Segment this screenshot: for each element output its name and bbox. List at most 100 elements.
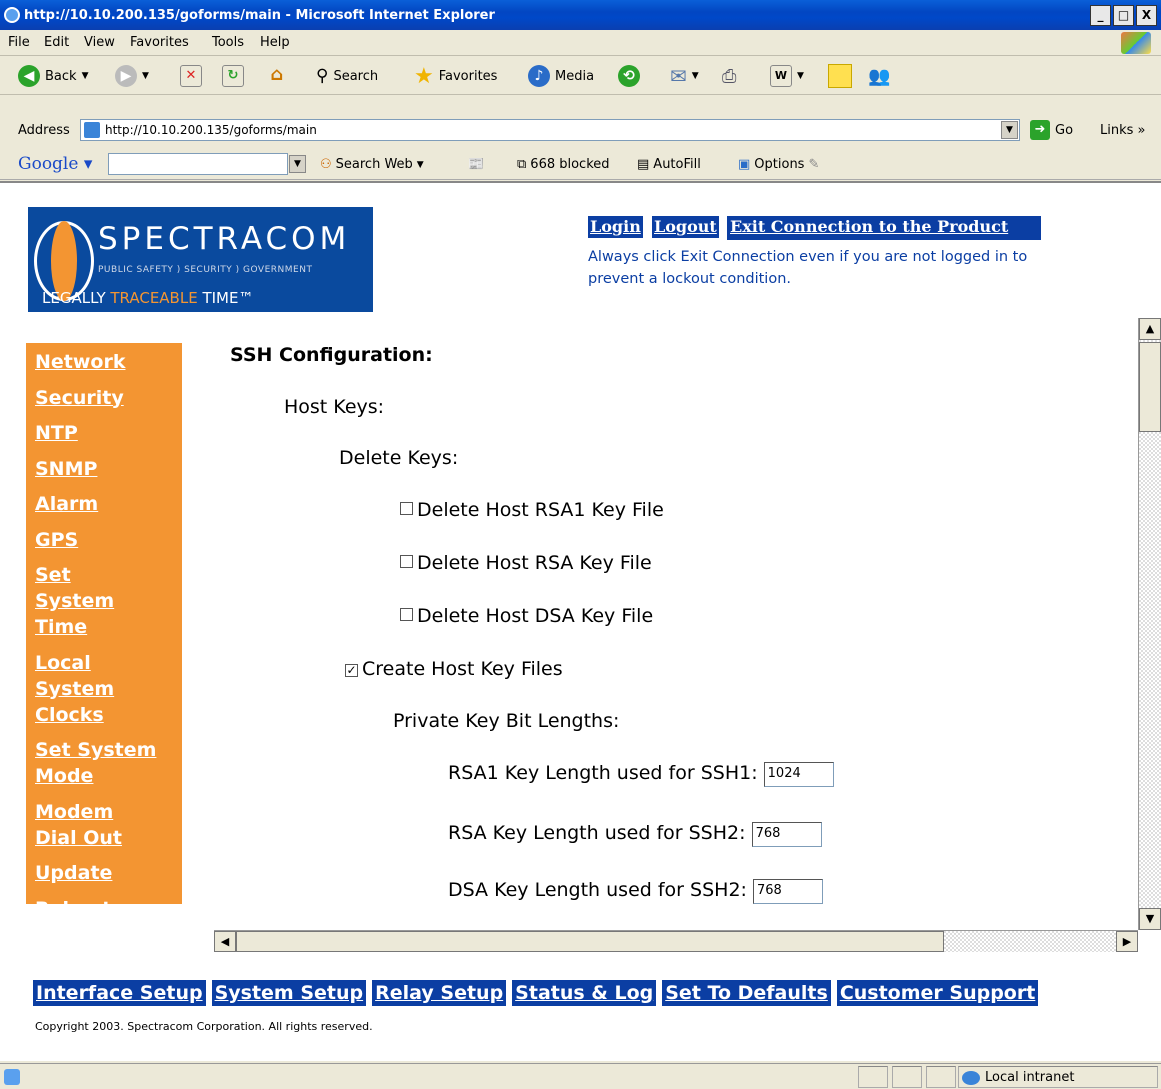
rsa1-length-input[interactable]: 1024 — [763, 762, 834, 787]
minimize-button[interactable]: _ — [1090, 5, 1111, 26]
nav-relay-setup[interactable]: Relay Setup — [372, 980, 507, 1006]
autofill-button[interactable]: ▤ AutoFill — [637, 157, 701, 172]
chevron-down-icon: ▼ — [691, 71, 699, 81]
exit-connection-link[interactable]: Exit Connection to the Product — [728, 216, 1010, 238]
menu-edit[interactable]: Edit — [44, 35, 69, 50]
menu-favorites[interactable]: Favorites — [130, 35, 189, 50]
nav-ntp[interactable]: NTP — [35, 420, 182, 446]
nav-update[interactable]: Update — [35, 860, 182, 886]
popup-blocked-label: 668 blocked — [530, 157, 610, 172]
create-keys-checkbox[interactable]: ✓ — [345, 664, 358, 677]
delete-rsa1-option[interactable]: Delete Host RSA1 Key File — [400, 499, 664, 521]
home-button[interactable]: ⌂ — [266, 64, 288, 88]
links-button[interactable]: Links » — [1100, 123, 1146, 138]
mail-button[interactable]: ✉ ▼ — [670, 64, 699, 88]
news-icon: 📰 — [468, 157, 485, 172]
popup-blocker-button[interactable]: ⧉ 668 blocked — [517, 157, 610, 172]
binoculars-icon: ⚇ — [320, 157, 332, 172]
edit-button[interactable]: W ▼ — [770, 64, 804, 88]
print-button[interactable]: ⎙ — [722, 64, 736, 88]
media-button[interactable]: ♪ Media — [528, 64, 594, 88]
nav-gps[interactable]: GPS — [35, 527, 182, 553]
search-web-button[interactable]: ⚇ Search Web ▼ — [320, 157, 424, 172]
delete-dsa-label: Delete Host DSA Key File — [417, 605, 654, 627]
discuss-button[interactable] — [828, 64, 852, 88]
refresh-button[interactable]: ↻ — [222, 64, 244, 88]
nav-alarm[interactable]: Alarm — [35, 491, 182, 517]
menu-file[interactable]: File — [8, 35, 30, 50]
nav-snmp[interactable]: SNMP — [35, 456, 182, 482]
nav-system-setup[interactable]: System Setup — [211, 980, 367, 1006]
menu-tools[interactable]: Tools — [212, 35, 244, 50]
nav-reboot[interactable]: Reboot — [35, 896, 182, 922]
scroll-up-button[interactable]: ▲ — [1139, 318, 1161, 340]
search-button[interactable]: ⚲ Search — [316, 64, 378, 88]
zone-label: Local intranet — [985, 1070, 1075, 1085]
news-button[interactable]: 📰 — [468, 157, 484, 172]
nav-set-system-time[interactable]: Set System Time — [35, 562, 155, 640]
address-dropdown-button[interactable]: ▼ — [1001, 121, 1018, 139]
history-icon: ⟲ — [618, 65, 640, 87]
nav-customer-support[interactable]: Customer Support — [836, 980, 1039, 1006]
vertical-scrollbar[interactable]: ▲ ▼ — [1138, 318, 1161, 930]
go-label: Go — [1055, 122, 1074, 138]
search-icon: ⚲ — [316, 66, 329, 86]
menu-bar: File Edit View Favorites Tools Help — [0, 30, 1161, 56]
nav-local-system-clocks[interactable]: Local System Clocks — [35, 650, 125, 728]
nav-set-to-defaults[interactable]: Set To Defaults — [662, 980, 831, 1006]
scroll-right-button[interactable]: ▶ — [1116, 931, 1138, 952]
side-navigation: Network Security NTP SNMP Alarm GPS Set … — [26, 343, 182, 920]
go-button[interactable]: ➜ Go — [1030, 120, 1073, 140]
refresh-icon: ↻ — [222, 65, 244, 87]
menu-view[interactable]: View — [84, 35, 115, 50]
login-link[interactable]: Login — [588, 216, 643, 238]
nav-interface-setup[interactable]: Interface Setup — [33, 980, 206, 1006]
back-label: Back — [45, 68, 77, 84]
google-dropdown-button[interactable]: ▼ — [289, 155, 306, 173]
nav-modem-dial-out[interactable]: Modem Dial Out — [35, 799, 160, 851]
delete-dsa-checkbox[interactable] — [400, 608, 413, 621]
chevron-down-icon: ▼ — [416, 159, 424, 170]
address-label: Address — [18, 123, 70, 138]
scroll-left-button[interactable]: ◀ — [214, 931, 236, 952]
dsa-length-input[interactable]: 768 — [752, 879, 823, 904]
delete-dsa-option[interactable]: Delete Host DSA Key File — [400, 605, 653, 627]
delete-rsa-option[interactable]: Delete Host RSA Key File — [400, 552, 652, 574]
nav-network[interactable]: Network — [35, 349, 182, 375]
rsa1-length-row: RSA1 Key Length used for SSH1: 1024 — [448, 762, 834, 787]
address-url: http://10.10.200.135/goforms/main — [105, 123, 317, 137]
favorites-button[interactable]: ★ Favorites — [414, 64, 497, 89]
create-keys-option[interactable]: ✓ Create Host Key Files — [345, 658, 563, 680]
options-label: Options — [754, 157, 805, 172]
address-input[interactable]: http://10.10.200.135/goforms/main — [80, 119, 1020, 141]
delete-rsa-checkbox[interactable] — [400, 555, 413, 568]
back-button[interactable]: ◀ Back ▼ — [18, 64, 88, 88]
forward-button[interactable]: ▶ ▼ — [115, 64, 149, 88]
horizontal-scroll-thumb[interactable] — [236, 931, 944, 952]
media-label: Media — [555, 68, 595, 84]
maximize-button[interactable]: □ — [1113, 5, 1134, 26]
messenger-button[interactable]: 👥 — [868, 64, 890, 88]
search-web-label: Search Web — [335, 157, 413, 172]
history-button[interactable]: ⟲ — [618, 64, 640, 88]
google-search-input[interactable] — [108, 153, 288, 175]
nav-security[interactable]: Security — [35, 385, 182, 411]
delete-rsa-label: Delete Host RSA Key File — [417, 552, 652, 574]
logout-link[interactable]: Logout — [652, 216, 719, 238]
nav-status-log[interactable]: Status & Log — [512, 980, 657, 1006]
stop-button[interactable]: ✕ — [180, 64, 202, 88]
menu-help[interactable]: Help — [260, 35, 290, 50]
window-title-bar[interactable]: http://10.10.200.135/goforms/main - Micr… — [0, 0, 1161, 30]
rsa-length-input[interactable]: 768 — [751, 822, 822, 847]
nav-set-system-mode[interactable]: Set System Mode — [35, 737, 160, 789]
vertical-scroll-thumb[interactable] — [1139, 342, 1161, 432]
scroll-down-button[interactable]: ▼ — [1139, 908, 1161, 930]
rsa1-length-label: RSA1 Key Length used for SSH1: — [448, 762, 758, 784]
google-logo[interactable]: Google ▾ — [18, 154, 92, 174]
close-button[interactable]: X — [1136, 5, 1157, 26]
messenger-icon: 👥 — [868, 65, 891, 87]
options-button[interactable]: ▣ Options ✎ — [738, 157, 819, 172]
horizontal-scrollbar[interactable]: ◀ ▶ — [214, 930, 1138, 952]
pencil-icon: ✎ — [808, 157, 820, 172]
delete-rsa1-checkbox[interactable] — [400, 502, 413, 515]
